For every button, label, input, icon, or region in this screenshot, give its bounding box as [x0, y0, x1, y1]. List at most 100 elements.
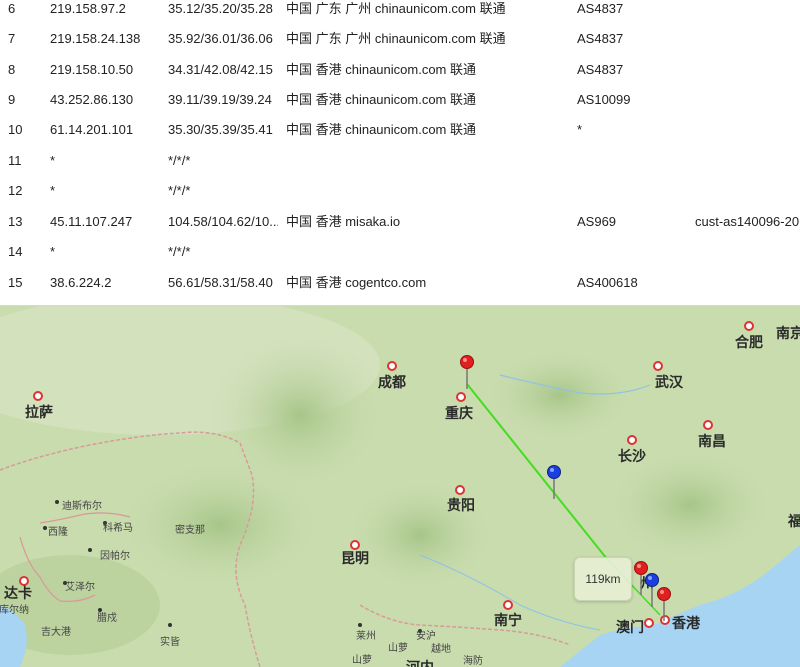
hop-number: 15 — [8, 275, 23, 290]
hop-location: 中国 香港 cogentco.com — [286, 275, 427, 290]
traceroute-table: 6 219.158.97.2 35.12/35.20/35.28 中国 广东 广… — [0, 0, 800, 306]
city-label-kohima: 科希马 — [103, 523, 133, 534]
hop-latency: 56.61/58.31/58.40 — [168, 275, 273, 290]
city-label-dhaka-sub: 库尔纳 — [0, 605, 29, 616]
city-label-xiangkhoang: 莱州 — [356, 631, 376, 642]
hop-asn: AS4837 — [577, 1, 624, 16]
city-label-xilong: 西隆 — [48, 527, 68, 538]
hop-number: 10 — [8, 122, 23, 137]
hop-ip: * — [50, 153, 56, 168]
table-row[interactable]: 7 219.158.24.138 35.92/36.01/36.06 中国 广东… — [0, 24, 800, 54]
city-label-dhaka: 达卡 — [4, 586, 32, 602]
hop-ip: * — [50, 183, 56, 198]
table-row[interactable]: 6 219.158.97.2 35.12/35.20/35.28 中国 广东 广… — [0, 0, 800, 24]
city-label-nanchang: 南昌 — [698, 434, 726, 450]
town-marker — [88, 548, 92, 552]
route-pin-red[interactable] — [459, 355, 475, 389]
city-label-fu: 福 — [788, 514, 800, 530]
hop-number: 14 — [8, 244, 23, 259]
hop-location: 中国 香港 chinaunicom.com 联通 — [286, 92, 476, 107]
city-label-wuhan: 武汉 — [655, 375, 683, 391]
hop-asn: AS4837 — [577, 62, 624, 77]
city-label-macau: 澳门 — [616, 620, 644, 636]
table-row[interactable]: 8 219.158.10.50 34.31/42.08/42.15 中国 香港 … — [0, 55, 800, 85]
hop-location: 中国 香港 chinaunicom.com 联通 — [286, 122, 476, 137]
city-label-lhasa: 拉萨 — [25, 405, 53, 421]
hop-ip: 38.6.224.2 — [50, 275, 112, 290]
hop-location: 中国 香港 chinaunicom.com 联通 — [286, 62, 476, 77]
table-row[interactable]: 13 45.11.107.247 104.58/104.62/10... 中国 … — [0, 207, 800, 237]
city-label-hanoi: 河内 — [406, 657, 434, 667]
hop-number: 12 — [8, 183, 23, 198]
city-label-changsha: 长沙 — [618, 449, 646, 465]
hop-latency: */*/* — [168, 183, 191, 198]
hop-number: 7 — [8, 31, 16, 46]
route-pin-blue[interactable] — [546, 465, 562, 499]
hop-latency: 35.12/35.20/35.28 — [168, 1, 273, 16]
hop-ip: 61.14.201.101 — [50, 122, 134, 137]
table-row[interactable]: 15 38.6.224.2 56.61/58.31/58.40 中国 香港 co… — [0, 268, 800, 298]
city-label-kunming: 昆明 — [341, 551, 369, 567]
city-label-hefei: 合肥 — [735, 335, 763, 351]
city-label-sanya: 山萝 — [388, 643, 408, 654]
hop-ip: 219.158.24.138 — [50, 31, 141, 46]
hop-number: 11 — [8, 153, 22, 168]
city-marker — [387, 361, 397, 371]
city-label-aizawl: 艾泽尔 — [65, 582, 95, 593]
city-label-chittagong: 吉大港 — [41, 627, 71, 638]
city-marker — [455, 485, 465, 495]
city-marker — [744, 321, 754, 331]
hop-ip: 43.252.86.130 — [50, 92, 134, 107]
hop-latency: */*/* — [168, 244, 191, 259]
table-row[interactable]: 9 43.252.86.130 39.11/39.19/39.24 中国 香港 … — [0, 85, 800, 115]
hop-location: 中国 广东 广州 chinaunicom.com 联通 — [286, 31, 506, 46]
town-marker — [55, 500, 59, 504]
city-label-mandalay: 实皆 — [160, 637, 180, 648]
city-marker — [653, 361, 663, 371]
city-label-imphal: 因帕尔 — [100, 551, 130, 562]
table-row[interactable]: 11 * */*/* — [0, 146, 800, 176]
route-pin-red[interactable] — [656, 587, 672, 621]
distance-tooltip: 119km — [574, 557, 632, 601]
city-marker — [703, 420, 713, 430]
city-marker — [33, 391, 43, 401]
city-label-chongqing: 重庆 — [445, 406, 473, 422]
hop-ip: 219.158.10.50 — [50, 62, 134, 77]
hop-asn: * — [577, 122, 583, 137]
city-label-mizo: 密支那 — [175, 525, 205, 536]
hop-asn: AS4837 — [577, 31, 624, 46]
city-label-haiphong: 海防 — [463, 656, 483, 667]
hop-location: 中国 香港 misaka.io — [286, 214, 401, 229]
hop-latency: 34.31/42.08/42.15 — [168, 62, 273, 77]
hop-asn: AS10099 — [577, 92, 631, 107]
city-marker — [503, 600, 513, 610]
city-label-hanoi-sub: 山萝 — [352, 655, 372, 666]
hop-number: 8 — [8, 62, 16, 77]
table-row[interactable]: 10 61.14.201.101 35.30/35.39/35.41 中国 香港… — [0, 115, 800, 145]
table-row[interactable]: 12 * */*/* — [0, 176, 800, 206]
city-label-hongkong: 香港 — [672, 616, 700, 632]
hop-number: 13 — [8, 214, 23, 229]
city-label-nanjing: 南京 — [776, 326, 800, 342]
town-marker — [168, 623, 172, 627]
hop-latency: 35.92/36.01/36.06 — [168, 31, 273, 46]
table-row[interactable]: 14 * */*/* — [0, 237, 800, 267]
hop-latency: 35.30/35.39/35.41 — [168, 122, 273, 137]
city-label-nanning: 南宁 — [494, 613, 522, 629]
city-label-guiyang: 贵阳 — [447, 498, 475, 514]
hop-number: 9 — [8, 92, 16, 107]
hop-ip: 219.158.97.2 — [50, 1, 126, 16]
hop-latency: 39.11/39.19/39.24 — [168, 92, 272, 107]
route-map[interactable]: 成都 重庆 武汉 合肥 南京 拉萨 长沙 南昌 贵阳 昆明 南宁 澳门 香港 州… — [0, 305, 800, 667]
city-label-lashio: 腊戍 — [97, 613, 117, 624]
hop-asn: AS400618 — [577, 275, 638, 290]
hop-hostname: cust-as140096-20 — [695, 214, 800, 229]
hop-latency: */*/* — [168, 153, 191, 168]
city-marker — [627, 435, 637, 445]
town-marker — [43, 526, 47, 530]
hop-latency: 104.58/104.62/10... — [168, 214, 278, 229]
hop-ip: * — [50, 244, 56, 259]
city-marker — [456, 392, 466, 402]
hop-number: 6 — [8, 1, 16, 16]
hop-location: 中国 广东 广州 chinaunicom.com 联通 — [286, 1, 506, 16]
